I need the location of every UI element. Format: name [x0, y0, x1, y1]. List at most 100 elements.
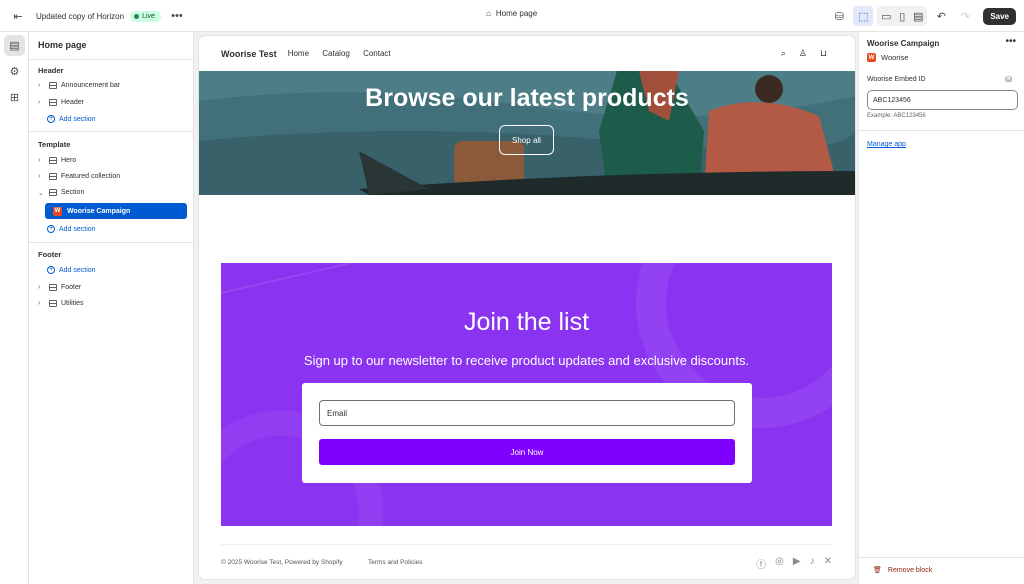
side-rail: ▤ ⚙ ⊞ [0, 32, 29, 584]
account-icon[interactable]: ♙ [799, 48, 807, 59]
youtube-icon[interactable]: ▶ [793, 556, 801, 571]
store-header: Woorise Test Home Catalog Contact ⌕ ♙ ⊔ [199, 36, 855, 71]
app-source: W Woorise [867, 53, 908, 62]
home-icon: ⌂ [486, 9, 491, 18]
tree-item-section[interactable]: ⌄ Section [38, 185, 188, 200]
store-brand[interactable]: Woorise Test [221, 49, 277, 59]
search-icon[interactable]: ⌕ [781, 48, 786, 59]
more-icon[interactable]: ••• [1005, 36, 1016, 47]
add-section-header[interactable]: + Add section [47, 115, 96, 123]
join-now-button[interactable]: Join Now [319, 439, 735, 465]
mobile-icon[interactable]: ▯ [894, 7, 910, 25]
tree-item-header[interactable]: › Header [38, 95, 188, 110]
chevron-right-icon[interactable]: › [38, 300, 47, 307]
add-section-label: Add section [59, 225, 96, 233]
sections-panel: Home page Header › Announcement bar › Head… [29, 32, 194, 584]
more-icon[interactable]: ••• [167, 6, 187, 26]
nav-catalog[interactable]: Catalog [322, 49, 350, 58]
tiktok-icon[interactable]: ♪ [810, 556, 815, 571]
topbar-right: ⛁ ⬚ ▭ ▯ ▤ ↶ ↷ Save [829, 6, 1016, 26]
woorise-logo-icon: W [867, 53, 876, 62]
instagram-icon[interactable]: ◎ [775, 556, 784, 571]
add-section-footer[interactable]: + Add section [47, 266, 96, 274]
tree-item-label: Utilities [61, 300, 84, 307]
add-section-label: Add section [59, 115, 96, 123]
plus-icon: + [47, 225, 55, 233]
group-footer: Footer [38, 250, 62, 259]
facebook-icon[interactable]: ⓕ [756, 556, 766, 571]
tree-item-announcement-bar[interactable]: › Announcement bar [38, 78, 188, 93]
add-section-template[interactable]: + Add section [47, 225, 96, 233]
email-field[interactable]: Email [319, 400, 735, 426]
tree-item-label: Footer [61, 284, 82, 291]
embed-id-field[interactable]: ABC123456 [867, 90, 1018, 110]
theme-title: Updated copy of Horizon [36, 11, 125, 21]
signup-description: Sign up to our newsletter to receive pro… [303, 353, 750, 368]
trash-icon: 🗑 [873, 567, 882, 574]
inspector-icon[interactable]: ⬚ [853, 6, 874, 26]
tree-item-label: Section [61, 189, 85, 196]
shop-all-button[interactable]: Shop all [499, 125, 554, 155]
cart-icon[interactable]: ⊔ [820, 48, 827, 59]
chevron-right-icon[interactable]: › [38, 157, 47, 164]
live-badge-label: Live [142, 12, 155, 20]
tree-item-utilities[interactable]: › Utilities [38, 296, 188, 311]
tree-item-woorise-campaign[interactable]: W Woorise Campaign [45, 203, 187, 219]
dynamic-source-icon[interactable]: ⛁ [1005, 75, 1012, 84]
tree-item-hero[interactable]: › Hero [38, 153, 188, 168]
tree-item-footer[interactable]: › Footer [38, 280, 188, 295]
section-icon [49, 173, 57, 180]
chevron-down-icon[interactable]: ⌄ [38, 189, 47, 197]
undo-icon[interactable]: ↶ [931, 6, 951, 26]
nav-home[interactable]: Home [288, 49, 309, 58]
page-selector-label: Home page [495, 9, 538, 18]
chevron-right-icon[interactable]: › [38, 284, 47, 291]
terms-link[interactable]: Terms and Policies [368, 559, 423, 566]
sections-icon[interactable]: ▤ [4, 35, 25, 56]
chevron-right-icon[interactable]: › [38, 99, 47, 106]
store-icon[interactable]: ⛁ [829, 6, 849, 26]
chevron-right-icon[interactable]: › [38, 82, 47, 89]
block-title: Woorise Campaign [867, 39, 940, 48]
woorise-campaign-block: Join the list Sign up to our newsletter … [221, 263, 832, 526]
store-header-icons: ⌕ ♙ ⊔ [781, 48, 827, 59]
settings-panel: Woorise Campaign ••• W Woorise Woorise Em… [858, 32, 1024, 584]
divider [859, 557, 1024, 558]
store-footer: © 2025 Woorise Test, Powered by Shopify … [221, 544, 832, 579]
topbar-left: ⇤ Updated copy of Horizon Live ••• [8, 6, 187, 26]
social-links: ⓕ ◎ ▶ ♪ ✕ [756, 556, 832, 571]
tree-item-label: Featured collection [61, 173, 121, 180]
desktop-icon[interactable]: ▭ [878, 7, 894, 25]
remove-block-button[interactable]: 🗑 Remove block [873, 566, 933, 575]
chevron-right-icon[interactable]: › [38, 173, 47, 180]
remove-block-label: Remove block [887, 566, 933, 574]
tree-item-featured-collection[interactable]: › Featured collection [38, 169, 188, 184]
redo-icon[interactable]: ↷ [955, 6, 975, 26]
tree-item-label: Header [61, 99, 84, 106]
group-header: Header [38, 66, 64, 75]
fullwidth-icon[interactable]: ▤ [910, 7, 926, 25]
hero-title: Browse our latest products [365, 84, 689, 112]
app-name: Woorise [881, 53, 909, 62]
tree-item-label: Woorise Campaign [67, 207, 131, 215]
panel-title: Home page [38, 40, 87, 50]
group-template: Template [38, 140, 71, 149]
store-preview: Woorise Test Home Catalog Contact ⌕ ♙ ⊔ … [199, 36, 855, 579]
page-selector[interactable]: ⌂ Home page [486, 9, 537, 18]
settings-icon[interactable]: ⚙ [4, 61, 25, 82]
save-button[interactable]: Save [983, 7, 1016, 25]
exit-icon[interactable]: ⇤ [8, 6, 28, 26]
apps-icon[interactable]: ⊞ [4, 87, 25, 108]
section-icon [49, 157, 57, 164]
section-icon [49, 82, 57, 89]
section-icon [49, 189, 57, 196]
copyright-text: © 2025 Woorise Test, Powered by Shopify [221, 559, 343, 566]
manage-app-link[interactable]: Manage app [867, 141, 906, 148]
hero-banner: Browse our latest products Shop all [199, 71, 855, 195]
nav-contact[interactable]: Contact [363, 49, 391, 58]
woorise-logo-icon: W [53, 206, 62, 216]
section-icon [49, 300, 57, 307]
section-icon [49, 284, 57, 291]
x-icon[interactable]: ✕ [824, 556, 832, 571]
embed-id-help: Example: ABC123456 [867, 113, 926, 119]
